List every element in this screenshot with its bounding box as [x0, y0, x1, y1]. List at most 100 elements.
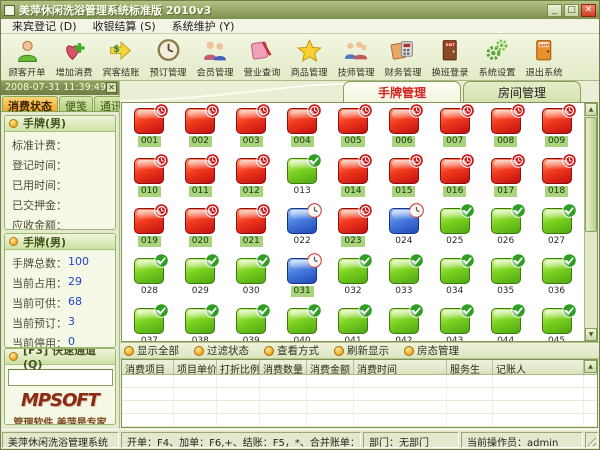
tab-hand-tags[interactable]: 手牌管理 [343, 81, 461, 102]
hand-tag-037[interactable]: 037 [124, 304, 175, 341]
menu-item[interactable]: 系统维护 (Y) [165, 18, 242, 34]
resize-grip[interactable] [585, 432, 598, 448]
option-刷新显示[interactable]: 刷新显示 [334, 343, 389, 358]
hand-tag-022[interactable]: 022 [277, 204, 328, 254]
toolbar-button-finance[interactable]: 财务管理 [379, 35, 426, 80]
hand-tag-005[interactable]: 005 [328, 104, 379, 154]
hand-tag-040[interactable]: 040 [277, 304, 328, 341]
hand-tag-024[interactable]: 024 [378, 204, 429, 254]
hand-tag-043[interactable]: 043 [429, 304, 480, 341]
tag-status-badge-icon [409, 153, 424, 168]
hand-tag-001[interactable]: 001 [124, 104, 175, 154]
tag-number: 042 [392, 336, 415, 341]
toolbar-button-checkout[interactable]: $宾客结账 [97, 35, 144, 80]
hand-tag-018[interactable]: 018 [531, 154, 582, 204]
field-value: 3 [68, 315, 75, 331]
column-header[interactable]: 记账人 [493, 360, 584, 374]
hand-tag-031[interactable]: 031 [277, 254, 328, 304]
column-header[interactable]: 消费金额 [307, 360, 354, 374]
hand-tag-019[interactable]: 019 [124, 204, 175, 254]
hand-tag-004[interactable]: 004 [277, 104, 328, 154]
hand-tag-032[interactable]: 032 [328, 254, 379, 304]
toolbar-button-add[interactable]: 增加消费 [50, 35, 97, 80]
table-cell [260, 375, 307, 387]
hand-tag-009[interactable]: 009 [531, 104, 582, 154]
hand-tag-042[interactable]: 042 [378, 304, 429, 341]
toolbar-button-member[interactable]: 会员管理 [191, 35, 238, 80]
hand-tag-015[interactable]: 015 [378, 154, 429, 204]
hand-tag-027[interactable]: 027 [531, 204, 582, 254]
sidebar-tab[interactable]: 便笺 [59, 96, 93, 111]
menu-item[interactable]: 收银结算 (S) [86, 18, 163, 34]
toolbar-button-open[interactable]: 顾客开单 [3, 35, 50, 80]
hand-tag-016[interactable]: 016 [429, 154, 480, 204]
menu-item[interactable]: 来宾登记 (D) [5, 18, 84, 34]
column-header[interactable]: 服务生 [447, 360, 493, 374]
toolbar-button-exit[interactable]: EXIT退出系统 [520, 35, 567, 80]
hand-tag-038[interactable]: 038 [175, 304, 226, 341]
hand-tag-012[interactable]: 012 [226, 154, 277, 204]
toolbar-button-tech[interactable]: 技师管理 [332, 35, 379, 80]
column-header[interactable]: 消费时间 [354, 360, 447, 374]
option-显示全部[interactable]: 显示全部 [124, 343, 179, 358]
hand-tag-025[interactable]: 025 [429, 204, 480, 254]
tab-rooms[interactable]: 房间管理 [463, 81, 581, 102]
hand-tag-017[interactable]: 017 [480, 154, 531, 204]
hand-tag-008[interactable]: 008 [480, 104, 531, 154]
hand-tag-020[interactable]: 020 [175, 204, 226, 254]
hand-tag-006[interactable]: 006 [378, 104, 429, 154]
option-查看方式[interactable]: 查看方式 [264, 343, 319, 358]
hand-tag-023[interactable]: 023 [328, 204, 379, 254]
column-header[interactable]: 消费数量 [260, 360, 307, 374]
toolbar-button-settings[interactable]: 系统设置 [473, 35, 520, 80]
hand-tag-036[interactable]: 036 [531, 254, 582, 304]
tag-number: 011 [189, 186, 212, 197]
table-scroll-up-icon[interactable]: ▲ [584, 360, 597, 373]
grid-scrollbar[interactable]: ▲ ▼ [584, 103, 597, 341]
toolbar-button-query[interactable]: 营业查询 [238, 35, 285, 80]
scroll-down-icon[interactable]: ▼ [585, 328, 597, 341]
hand-tag-028[interactable]: 028 [124, 254, 175, 304]
hand-tag-034[interactable]: 034 [429, 254, 480, 304]
field-row: 标准计费： [7, 135, 113, 155]
hand-tag-041[interactable]: 041 [328, 304, 379, 341]
hand-tag-013[interactable]: 013 [277, 154, 328, 204]
tag-number: 022 [291, 236, 314, 247]
toolbar-button-goods[interactable]: 商品管理 [285, 35, 332, 80]
toolbar-button-shift[interactable]: EXIT换班登录 [426, 35, 473, 80]
column-header[interactable]: 项目单价 [174, 360, 217, 374]
hand-tag-029[interactable]: 029 [175, 254, 226, 304]
hand-tag-002[interactable]: 002 [175, 104, 226, 154]
option-房态管理[interactable]: 房态管理 [404, 343, 459, 358]
hand-tag-011[interactable]: 011 [175, 154, 226, 204]
tag-status-badge-icon [154, 203, 169, 218]
option-过滤状态[interactable]: 过滤状态 [194, 343, 249, 358]
toolbar-button-booking[interactable]: 预订管理 [144, 35, 191, 80]
column-header[interactable]: 打折比例 [217, 360, 260, 374]
hand-tag-007[interactable]: 007 [429, 104, 480, 154]
datetime-close-icon[interactable]: ✕ [106, 82, 117, 93]
hand-tag-021[interactable]: 021 [226, 204, 277, 254]
title-bar: 美萍休闲洗浴管理系统标准版 2010v3 _ □ ✕ [1, 1, 599, 19]
hand-tag-030[interactable]: 030 [226, 254, 277, 304]
scrollbar-thumb[interactable] [585, 117, 597, 232]
orange-ball-icon [9, 237, 18, 246]
hand-tag-035[interactable]: 035 [480, 254, 531, 304]
hand-tag-014[interactable]: 014 [328, 154, 379, 204]
scrollbar-track[interactable] [585, 233, 597, 328]
close-button[interactable]: ✕ [581, 4, 596, 17]
column-header[interactable]: 消费项目 [122, 360, 174, 374]
minimize-button[interactable]: _ [547, 4, 562, 17]
hand-tag-044[interactable]: 044 [480, 304, 531, 341]
hand-tag-026[interactable]: 026 [480, 204, 531, 254]
hand-tag-045[interactable]: 045 [531, 304, 582, 341]
hand-tag-039[interactable]: 039 [226, 304, 277, 341]
hand-tag-010[interactable]: 010 [124, 154, 175, 204]
sidebar-tab[interactable]: 消费状态 [2, 96, 58, 111]
hand-tag-003[interactable]: 003 [226, 104, 277, 154]
quick-channel-input[interactable] [8, 369, 113, 386]
hand-tag-033[interactable]: 033 [378, 254, 429, 304]
tag-icon [185, 258, 215, 284]
scroll-up-icon[interactable]: ▲ [585, 103, 597, 116]
maximize-button[interactable]: □ [564, 4, 579, 17]
